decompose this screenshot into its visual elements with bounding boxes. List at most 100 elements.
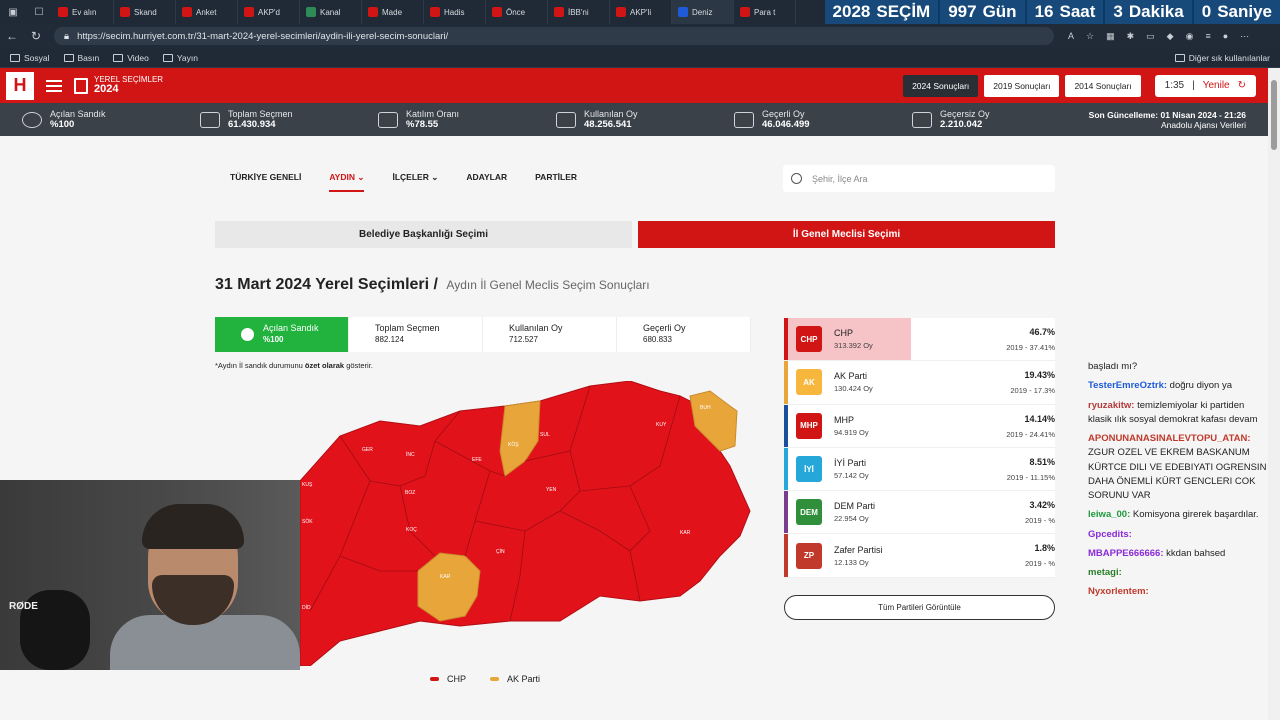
favorite-star-icon[interactable]: ☆ (1086, 31, 1094, 42)
stat-value: 48.256.541 (584, 119, 632, 130)
other-bookmarks[interactable]: Diğer sık kullanılanlar (1174, 52, 1270, 63)
nav-aydin[interactable]: AYDIN ⌄ (329, 172, 365, 192)
bookmark-video[interactable]: Video (113, 53, 149, 63)
extension-icon[interactable]: ◆ (1167, 31, 1174, 42)
bookmark-sosyal[interactable]: Sosyal (10, 53, 50, 63)
card-label: Toplam Seçmen (375, 323, 440, 333)
tab-mayor[interactable]: Belediye Başkanlığı Seçimi (215, 221, 632, 248)
party-votes: 130.424 Oy (834, 384, 873, 394)
stat-value: 2.210.042 (940, 119, 983, 130)
tab-favicon (492, 7, 502, 17)
browser-tab[interactable]: Kanal (300, 0, 362, 24)
party-row[interactable]: ZP Zafer Partisi 12.133 Oy 1.8% 2019 - % (784, 534, 1055, 578)
back-icon[interactable]: ← (0, 29, 24, 43)
browser-tab[interactable]: Deniz (672, 0, 734, 24)
menu-icon[interactable] (46, 79, 62, 92)
browser-tab[interactable]: AKP'li (610, 0, 672, 24)
nav-adaylar[interactable]: ADAYLAR (466, 172, 507, 192)
page-subtitle: Aydın İl Genel Meclis Seçim Sonuçları (446, 278, 650, 292)
tab-favicon (58, 7, 68, 17)
local-valid-card: Geçerli Oy 680.833 (617, 317, 751, 352)
browser-tab[interactable]: İBB'ni (548, 0, 610, 24)
all-parties-button[interactable]: Tüm Partileri Görüntüle (784, 595, 1055, 620)
tab-council[interactable]: İl Genel Meclisi Seçimi (638, 221, 1055, 248)
tab-actions-icon[interactable]: ☐ (26, 0, 52, 24)
bookmark-label: Yayın (176, 52, 198, 63)
party-row[interactable]: MHP MHP 94.919 Oy 14.14% 2019 - 24.41% (784, 404, 1055, 448)
stat-label: Geçerli Oy (762, 109, 805, 119)
party-row[interactable]: AK AK Parti 130.424 Oy 19.43% 2019 - 17.3% (784, 361, 1055, 405)
party-prev: 2019 - 37.41% (1006, 343, 1055, 352)
results-2014-button[interactable]: 2014 Sonuçları (1065, 74, 1141, 97)
nav-ilceler[interactable]: İLÇELER ⌄ (392, 172, 438, 192)
chevron-down-icon: ⌄ (431, 172, 439, 182)
browser-tab[interactable]: Anket (176, 0, 238, 24)
party-row[interactable]: İYİ İYİ Parti 57.142 Oy 8.51% 2019 - 11.15% (784, 447, 1055, 492)
stat-value: 61.430.934 (228, 119, 276, 130)
party-percent: 46.7% (1029, 327, 1055, 337)
chat-username: APONUNANASINALEVTOPU_ATAN: (1088, 433, 1251, 444)
stat-invalid: Geçersiz Oy 2.210.042 (890, 109, 1068, 130)
city-search[interactable]: Şehir, İlçe Ara (783, 165, 1055, 192)
district-label: EFE (472, 457, 482, 463)
chat-username: ryuzakitw: (1088, 399, 1135, 411)
district-label: YEN (546, 487, 557, 493)
tab-label: Para t (754, 7, 776, 17)
party-prev: 2019 - % (1024, 516, 1055, 526)
other-bookmarks-label: Diğer sık kullanılanlar (1188, 52, 1270, 63)
extension-icon[interactable]: ◉ (1186, 31, 1194, 42)
results-2019-button[interactable]: 2019 Sonuçları (984, 74, 1060, 97)
browser-tab[interactable]: Made (362, 0, 424, 24)
party-results: CHP CHP 313.392 Oy 46.7% 2019 - 37.41% AK AK P… (784, 318, 1055, 578)
refresh-icon[interactable]: ↻ (24, 29, 48, 43)
last-update-text: Son Güncelleme: 01 Nisan 2024 - 21:26 (1088, 109, 1246, 120)
party-row[interactable]: DEM DEM Parti 22.954 Oy 3.42% 2019 - % (784, 491, 1055, 535)
browser-tab[interactable]: AKP'd (238, 0, 300, 24)
party-row[interactable]: CHP CHP 313.392 Oy 46.7% 2019 - 37.41% (784, 318, 1055, 362)
ballot-box-icon (74, 77, 88, 94)
browser-tab[interactable]: Para t (734, 0, 796, 24)
url-text: https://secim.hurriyet.com.tr/31-mart-20… (77, 30, 449, 42)
extension-icon[interactable]: ✱ (1127, 31, 1135, 42)
browser-tab[interactable]: Skand (114, 0, 176, 24)
avatar[interactable]: ● (1223, 31, 1228, 42)
hurriyet-logo[interactable]: H (6, 71, 34, 100)
party-name: DEM Parti (834, 501, 876, 512)
district-label: SÖK (302, 518, 313, 525)
countdown-hours-label: Saat (1059, 2, 1096, 21)
chat-username: metagi: (1088, 567, 1122, 578)
chat-text: Komisyona girerek başardılar. (1132, 509, 1259, 521)
results-2024-button[interactable]: 2024 Sonuçları (903, 74, 979, 97)
read-aloud-icon[interactable]: A (1068, 31, 1074, 42)
nav-turkiye[interactable]: TÜRKİYE GENELİ (230, 172, 301, 192)
bookmark-yayin[interactable]: Yayın (162, 52, 198, 63)
extension-icon[interactable]: ▭ (1146, 31, 1155, 42)
favorites-icon[interactable]: ≡ (1205, 31, 1210, 42)
scrollbar-thumb[interactable] (1271, 80, 1277, 150)
party-logo-text: MHP (800, 421, 818, 431)
extensions: A ☆ ▦ ✱ ▭ ◆ ◉ ≡ ● ⋯ (1068, 31, 1249, 42)
card-label: Kullanılan Oy (509, 323, 563, 333)
people-icon (200, 111, 220, 128)
tab-favicon (120, 7, 130, 17)
nav-partiler[interactable]: PARTİLER (535, 172, 577, 192)
refresh-timer[interactable]: 1:35 | Yenile ↻ (1154, 74, 1256, 97)
page-scrollbar[interactable] (1268, 68, 1280, 720)
district-label: BOZ (405, 490, 415, 496)
card-value: %100 (263, 335, 284, 344)
stat-label: Kullanılan Oy (584, 109, 638, 119)
browser-profile-icon[interactable]: ▣ (0, 0, 26, 24)
stat-valid: Geçerli Oy 46.046.499 (712, 109, 890, 130)
bookmark-basin[interactable]: Basın (63, 53, 99, 63)
extension-icon[interactable]: ▦ (1106, 31, 1115, 42)
more-icon[interactable]: ⋯ (1240, 31, 1249, 42)
browser-tab[interactable]: Hadis (424, 0, 486, 24)
url-field[interactable]: 🔒︎ https://secim.hurriyet.com.tr/31-mart… (54, 27, 1054, 45)
chat-message: Nyxorlentem: (1088, 585, 1268, 599)
browser-tab[interactable]: Önce (486, 0, 548, 24)
tab-label: Made (382, 7, 403, 17)
browser-tab[interactable]: Ev alın (52, 0, 114, 24)
party-logo-text: ZP (803, 551, 815, 561)
chat-username: MBAPPE666666: (1088, 547, 1164, 559)
tab-favicon (616, 7, 626, 17)
